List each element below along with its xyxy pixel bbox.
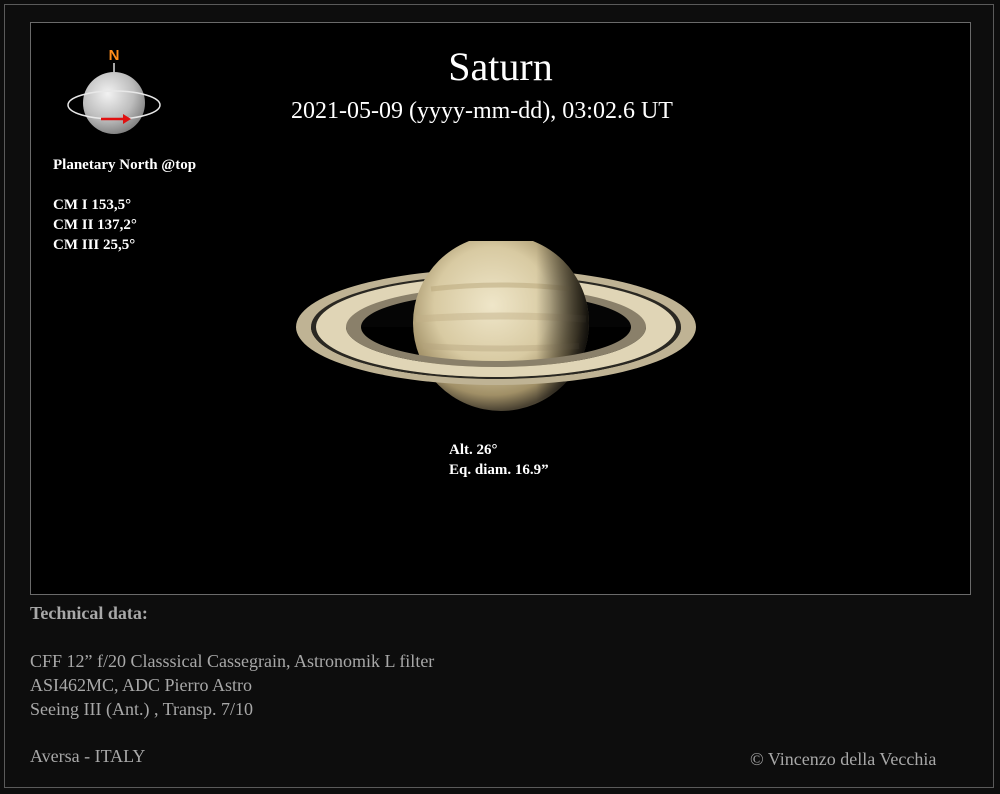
location-label: Aversa - ITALY [30, 746, 146, 766]
telescope-info: CFF 12” f/20 Classsical Cassegrain, Astr… [30, 651, 435, 671]
image-datetime: 2021-05-09 (yyyy-mm-dd), 03:02.6 UT [291, 98, 673, 124]
saturn-planet-image [296, 241, 696, 411]
altitude-label: Alt. 26° [449, 442, 498, 458]
orientation-compass-icon: N [67, 47, 161, 134]
diameter-label: Eq. diam. 16.9” [449, 462, 549, 478]
compass-north-label: N [109, 47, 120, 64]
technical-data-heading: Technical data: [30, 603, 148, 623]
orientation-note: Planetary North @top [53, 157, 197, 173]
cm-3: CM III 25,5° [53, 237, 136, 253]
saturn-image-panel: Saturn 2021-05-09 (yyyy-mm-dd), 03:02.6 … [30, 22, 971, 595]
image-title: Saturn [448, 44, 553, 89]
cm-1: CM I 153,5° [53, 197, 132, 213]
conditions-info: Seeing III (Ant.) , Transp. 7/10 [30, 699, 253, 719]
camera-info: ASI462MC, ADC Pierro Astro [30, 675, 253, 695]
central-meridian-block: CM I 153,5° CM II 137,2° CM III 25,5° [53, 195, 137, 255]
cm-2: CM II 137,2° [53, 217, 137, 233]
credit-label: © Vincenzo della Vecchia [750, 749, 937, 769]
